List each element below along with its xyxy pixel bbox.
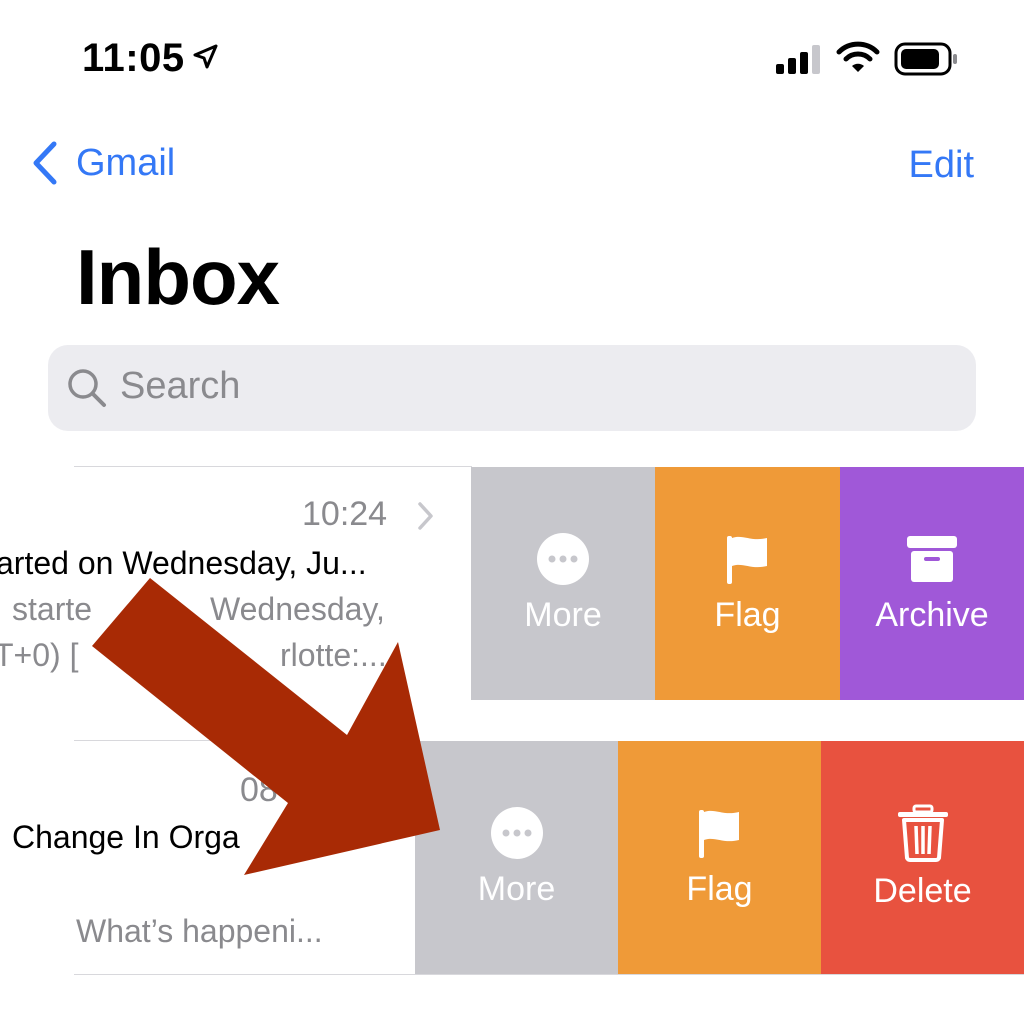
archive-box-icon — [907, 536, 957, 582]
delete-action-label: Delete — [873, 872, 972, 910]
flag-icon — [698, 810, 739, 858]
email-subject: Change In Orga — [12, 819, 240, 855]
archive-action-label: Archive — [875, 596, 989, 634]
ellipsis-circle-icon — [537, 533, 589, 585]
ellipsis-circle-icon — [490, 807, 543, 859]
email-preview: T+0) [ — [0, 637, 79, 673]
location-arrow-icon — [193, 44, 218, 69]
battery-icon — [894, 42, 957, 76]
search-field[interactable]: Search — [48, 345, 976, 431]
chevron-left-icon — [33, 141, 57, 185]
email-preview: starte — [12, 591, 93, 627]
status-time: 11:05 — [82, 36, 185, 80]
email-row-1[interactable]: 10:24 arted on Wednesday, Ju... starte W… — [0, 467, 471, 700]
email-time: 08 — [240, 771, 278, 809]
more-action-button[interactable]: More — [471, 467, 655, 700]
chevron-right-icon — [418, 502, 433, 530]
email-subject: arted on Wednesday, Ju... — [0, 545, 367, 581]
email-preview: Wednesday, — [210, 591, 385, 627]
flag-action-button[interactable]: Flag — [655, 467, 840, 700]
edit-button[interactable]: Edit — [909, 144, 974, 187]
page-title: Inbox — [76, 233, 280, 321]
more-action-button[interactable]: More — [415, 741, 618, 974]
flag-action-label: Flag — [686, 870, 753, 908]
archive-action-button[interactable]: Archive — [840, 467, 1024, 700]
flag-action-button[interactable]: Flag — [618, 741, 821, 974]
cellular-signal-icon — [776, 45, 820, 74]
email-time: 10:24 — [302, 495, 388, 533]
flag-icon — [726, 536, 767, 584]
row-separator — [74, 974, 1024, 975]
email-row-2[interactable]: 08 Change In Orga What’s happeni... — [0, 741, 415, 974]
back-button-label: Gmail — [76, 141, 176, 184]
more-action-label: More — [524, 596, 602, 634]
delete-action-button[interactable]: Delete — [821, 741, 1024, 974]
more-action-label: More — [477, 870, 556, 908]
back-button[interactable]: Gmail — [30, 140, 175, 186]
search-icon — [68, 369, 106, 407]
wifi-icon — [836, 41, 880, 72]
search-placeholder: Search — [120, 365, 241, 407]
email-preview: What’s happeni... — [76, 913, 323, 949]
trash-icon — [897, 804, 948, 862]
email-preview: rlotte:... — [280, 637, 387, 673]
flag-action-label: Flag — [714, 596, 781, 634]
